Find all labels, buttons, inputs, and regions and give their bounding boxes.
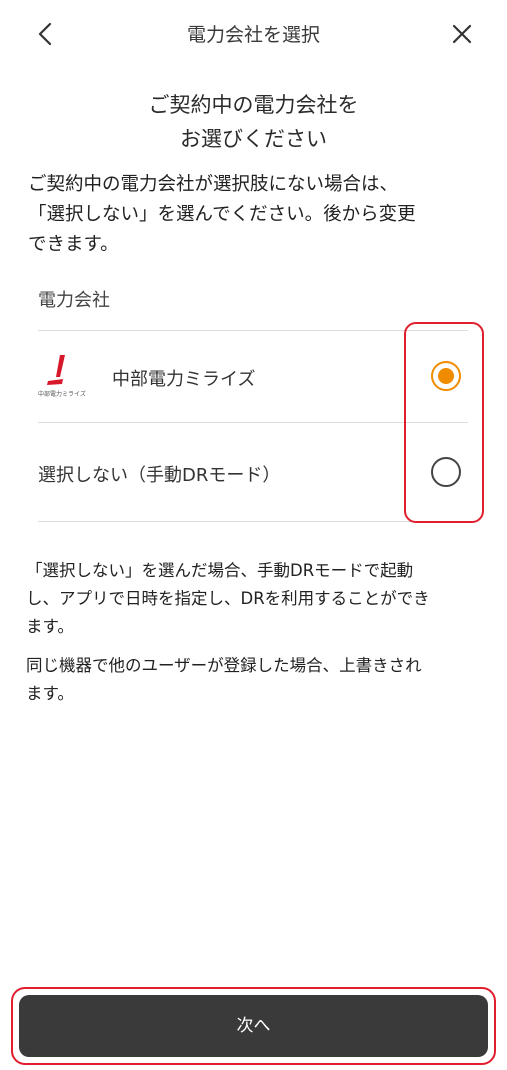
note1-line-3: ます。 xyxy=(26,617,74,636)
close-icon xyxy=(452,24,472,44)
chubu-electric-logo: 中部電力ミライズ xyxy=(38,353,88,399)
close-button[interactable] xyxy=(444,14,480,54)
option-label-no-selection: 選択しない（手動DRモード） xyxy=(38,465,281,486)
heading-line-2: お選びください xyxy=(180,127,327,151)
intro-line-1: ご契約中の電力会社が選択肢にない場合は、 xyxy=(28,174,399,195)
intro-line-2: 「選択しない」を選んでください。後から変更 xyxy=(28,204,416,225)
note-overwrite: 同じ機器で他のユーザーが登録した場合、上書きされ ます。 xyxy=(26,652,486,708)
page-title: 電力会社を選択 xyxy=(186,24,320,46)
divider xyxy=(38,521,468,522)
top-bar: 電力会社を選択 xyxy=(0,0,507,66)
logo-caption: 中部電力ミライズ xyxy=(38,391,86,398)
note1-line-1: 「選択しない」を選んだ場合、手動DRモードで起動 xyxy=(26,561,414,580)
note1-line-2: し、アプリで日時を指定し、DRを利用することができ xyxy=(26,589,430,608)
section-label: 電力会社 xyxy=(38,290,110,311)
instruction-heading: ご契約中の電力会社を お選びください xyxy=(0,88,507,156)
intro-line-3: できます。 xyxy=(28,234,119,255)
next-button[interactable]: 次へ xyxy=(19,995,488,1057)
note2-line-1: 同じ機器で他のユーザーが登録した場合、上書きされ xyxy=(26,656,422,675)
option-label-chubu: 中部電力ミライズ xyxy=(112,369,256,390)
radio-highlight-frame xyxy=(404,322,484,523)
intro-text: ご契約中の電力会社が選択肢にない場合は、 「選択しない」を選んでください。後から… xyxy=(28,170,488,260)
note2-line-2: ます。 xyxy=(26,684,74,703)
note-manual-dr: 「選択しない」を選んだ場合、手動DRモードで起動 し、アプリで日時を指定し、DR… xyxy=(26,557,486,641)
heading-line-1: ご契約中の電力会社を xyxy=(148,93,359,117)
